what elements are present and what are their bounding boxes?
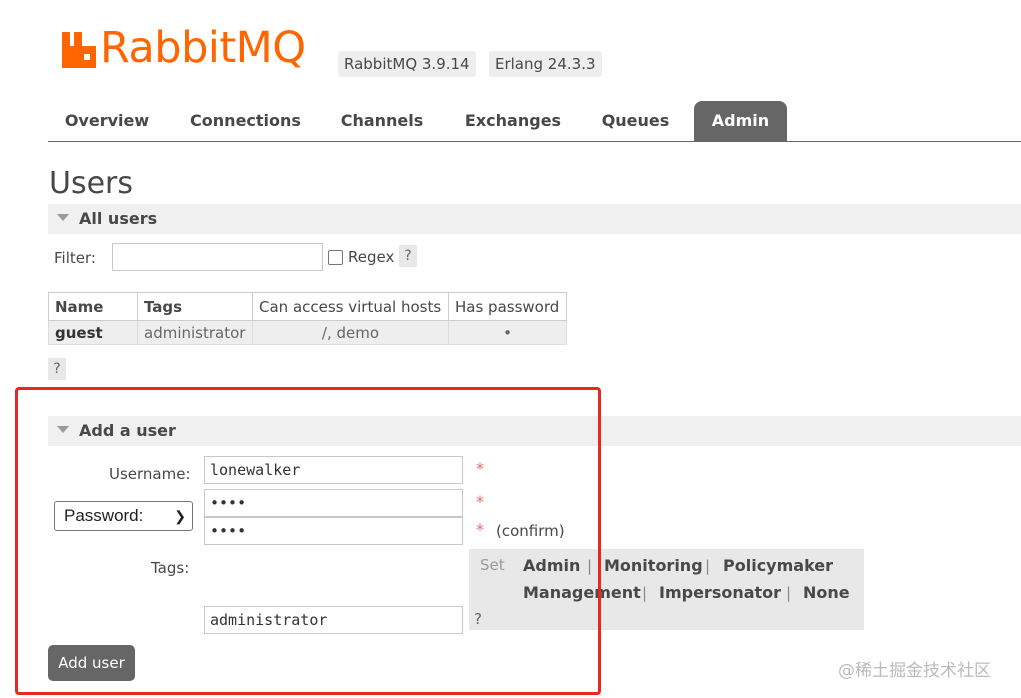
collapse-triangle-icon: [57, 426, 69, 433]
tab-admin[interactable]: Admin: [694, 101, 787, 141]
erlang-version-badge: Erlang 24.3.3: [489, 51, 602, 77]
tag-impersonator-link[interactable]: Impersonator: [659, 583, 781, 602]
tags-help-button[interactable]: ?: [474, 610, 482, 628]
watermark: @稀土掘金技术社区: [838, 661, 991, 681]
password-required-marker: *: [476, 492, 484, 511]
tab-queues[interactable]: Queues: [592, 101, 679, 141]
tab-exchanges[interactable]: Exchanges: [457, 101, 569, 141]
tab-connections[interactable]: Connections: [182, 101, 309, 141]
has-password-dot-icon: •: [448, 320, 567, 345]
tags-input[interactable]: administrator: [204, 606, 463, 634]
set-label: Set: [480, 556, 505, 574]
tag-monitoring-link[interactable]: Monitoring: [604, 556, 703, 575]
password-mode-value: Password:: [64, 506, 144, 525]
password-confirm-required-marker: *: [476, 520, 484, 539]
username-required-marker: *: [476, 459, 484, 478]
tag-none-link[interactable]: None: [803, 583, 850, 602]
filter-label: Filter:: [54, 249, 96, 267]
user-name-link[interactable]: guest: [48, 320, 138, 345]
tag-admin-link[interactable]: Admin: [523, 556, 580, 575]
all-users-title: All users: [79, 209, 158, 228]
users-table: Name Tags Can access virtual hosts Has p…: [48, 292, 567, 345]
main-nav-tabs: Overview Connections Channels Exchanges …: [48, 101, 1021, 142]
tag-separator: |: [786, 584, 792, 602]
rabbitmq-version-badge: RabbitMQ 3.9.14: [338, 51, 476, 77]
user-tags: administrator: [137, 320, 253, 345]
password-confirm-input[interactable]: ••••: [204, 517, 463, 545]
users-table-header: Name Tags Can access virtual hosts Has p…: [48, 292, 567, 321]
regex-checkbox[interactable]: [328, 250, 343, 265]
username-input[interactable]: lonewalker: [204, 456, 463, 484]
add-user-button[interactable]: Add user: [48, 645, 135, 681]
username-label: Username:: [109, 465, 191, 483]
password-mode-select[interactable]: Password: ❯: [54, 501, 193, 531]
filter-help-button[interactable]: ?: [399, 245, 417, 267]
tag-management-link[interactable]: Management: [523, 583, 641, 602]
column-header-name[interactable]: Name: [48, 292, 138, 321]
chevron-down-icon: ❯: [174, 508, 186, 524]
table-row[interactable]: guest administrator /, demo •: [48, 320, 567, 345]
rabbitmq-logo-icon: [62, 32, 96, 68]
table-help-button[interactable]: ?: [48, 358, 66, 380]
column-header-vhosts[interactable]: Can access virtual hosts: [252, 292, 449, 321]
tags-quick-set-panel: Set Admin | Monitoring | Policymaker Man…: [469, 549, 864, 630]
confirm-label: (confirm): [496, 522, 565, 540]
tag-separator: |: [705, 557, 711, 575]
add-user-title: Add a user: [79, 421, 176, 440]
collapse-triangle-icon: [57, 214, 69, 221]
column-header-tags[interactable]: Tags: [137, 292, 253, 321]
tag-policymaker-link[interactable]: Policymaker: [723, 556, 833, 575]
password-input[interactable]: ••••: [204, 489, 463, 517]
tag-separator: |: [642, 584, 648, 602]
tags-label: Tags:: [151, 559, 190, 577]
column-header-has-password[interactable]: Has password: [448, 292, 567, 321]
tab-overview[interactable]: Overview: [48, 101, 166, 141]
tag-separator: |: [587, 557, 593, 575]
regex-label: Regex: [348, 248, 395, 266]
filter-input[interactable]: [112, 243, 323, 271]
page-title: Users: [49, 166, 134, 201]
user-vhosts: /, demo: [252, 320, 449, 345]
logo-wordmark: RabbitMQ: [100, 23, 306, 73]
tab-channels[interactable]: Channels: [330, 101, 434, 141]
all-users-section-header[interactable]: All users: [48, 204, 1021, 234]
add-user-section-header[interactable]: Add a user: [48, 416, 1021, 446]
